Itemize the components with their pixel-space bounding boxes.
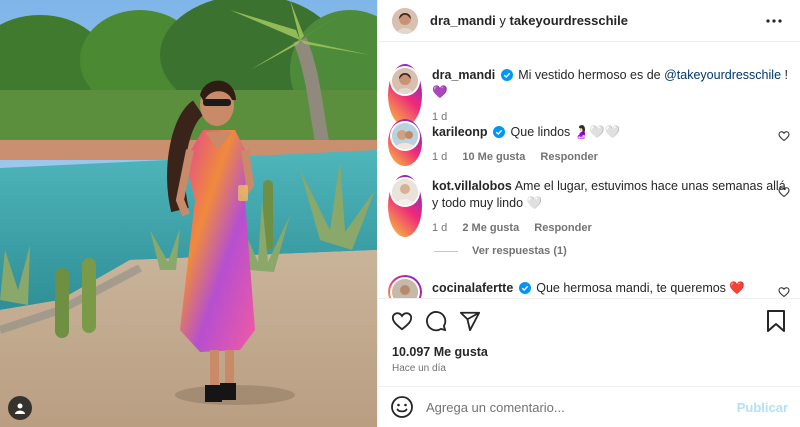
comment-text: Que lindos 🤰🏻🤍🤍	[510, 125, 621, 139]
comment-input[interactable]	[426, 399, 737, 415]
action-bar	[378, 298, 800, 342]
post-header: dra_mandi y takeyourdresschile	[378, 0, 800, 42]
share-icon[interactable]	[458, 309, 482, 333]
post-photo[interactable]	[0, 0, 377, 427]
avatar[interactable]	[388, 175, 422, 237]
avatar[interactable]	[388, 64, 422, 126]
heart-icon[interactable]	[778, 130, 790, 142]
comment-age: 1 d	[432, 222, 448, 234]
comment-likes[interactable]: 10 Me gusta	[462, 151, 525, 163]
comment-icon[interactable]	[424, 309, 448, 333]
caption-text: Mi vestido hermoso es de	[518, 68, 661, 82]
verified-icon	[500, 69, 513, 81]
post-timestamp: Hace un día	[392, 363, 446, 374]
emoji-icon[interactable]	[390, 395, 414, 419]
heart-icon[interactable]	[778, 186, 790, 198]
caption-mention[interactable]: @takeyourdresschile	[664, 68, 781, 82]
avatar[interactable]	[392, 7, 418, 34]
post-side-panel: dra_mandi y takeyourdresschile dra_mandi…	[377, 0, 800, 427]
comment-username[interactable]: karileonp	[432, 125, 488, 139]
view-replies-button[interactable]: Ver respuestas (1)	[434, 245, 567, 257]
author-conjunction: y	[499, 13, 506, 28]
avatar[interactable]	[388, 275, 422, 298]
add-comment-bar: Publicar	[378, 386, 800, 427]
user-tag-icon[interactable]	[8, 396, 32, 420]
more-icon[interactable]	[762, 9, 786, 33]
comment-username[interactable]: dra_mandi	[432, 68, 495, 82]
comment-likes[interactable]: 2 Me gusta	[462, 222, 519, 234]
comment-username[interactable]: kot.villalobos	[432, 179, 512, 193]
comment-item: kot.villalobos Ame el lugar, estuvimos h…	[388, 175, 790, 237]
verified-icon	[518, 282, 531, 294]
reply-button[interactable]: Responder	[534, 222, 591, 234]
post-authors: dra_mandi y takeyourdresschile	[430, 13, 762, 28]
verified-icon	[493, 126, 506, 138]
comments-list[interactable]: dra_mandi Mi vestido hermoso es de @take…	[378, 43, 800, 298]
save-icon[interactable]	[764, 309, 788, 333]
caption: dra_mandi Mi vestido hermoso es de @take…	[388, 64, 790, 126]
view-replies-label: Ver respuestas (1)	[472, 245, 567, 257]
publish-button[interactable]: Publicar	[737, 400, 788, 415]
comment-username[interactable]: cocinalafertte	[432, 281, 513, 295]
heart-icon[interactable]	[778, 286, 790, 298]
heart-icon[interactable]	[390, 309, 414, 333]
comment-age: 1 d	[432, 151, 448, 163]
likes-count[interactable]: 10.097 Me gusta	[392, 345, 488, 359]
reply-button[interactable]: Responder	[540, 151, 597, 163]
author-link[interactable]: dra_mandi	[430, 13, 496, 28]
comment-item: karileonp Que lindos 🤰🏻🤍🤍 1 d 10 Me gust…	[388, 119, 790, 166]
coauthor-link[interactable]: takeyourdresschile	[510, 13, 629, 28]
avatar[interactable]	[388, 119, 422, 166]
comment-text: Que hermosa mandi, te queremos ❤️	[536, 281, 745, 295]
replies-divider	[434, 250, 458, 252]
comment-item: cocinalafertte Que hermosa mandi, te que…	[388, 275, 790, 298]
photo-scene	[0, 0, 377, 427]
